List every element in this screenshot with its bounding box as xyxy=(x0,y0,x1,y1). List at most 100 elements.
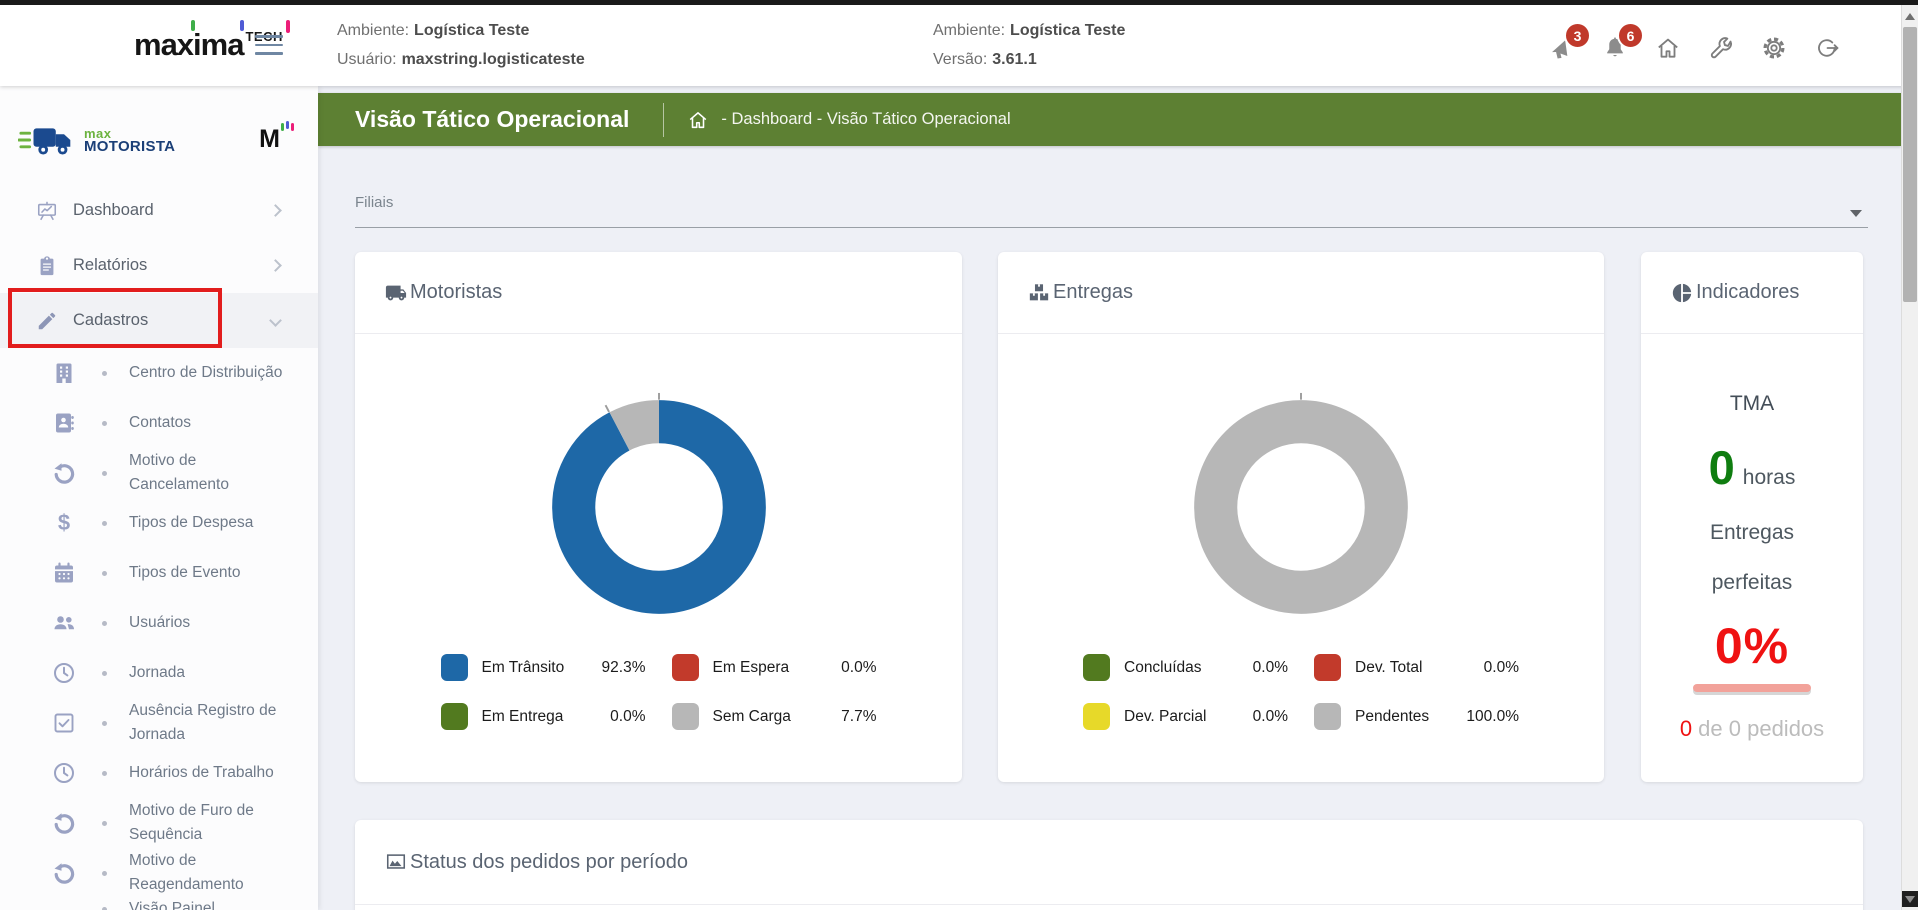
entregas-perfeitas-line1: Entregas xyxy=(1709,521,1795,544)
motoristas-legend: Em Trânsito 92.3% Em Espera 0.0% Em Entr… xyxy=(355,654,962,730)
bullet-dot xyxy=(102,870,107,876)
window-top-strip xyxy=(0,0,1918,5)
page-header: Visão Tático Operacional - Dashboard - V… xyxy=(318,93,1901,146)
bullet-dot xyxy=(102,470,107,476)
pedidos-count: 0 de 0 pedidos xyxy=(1680,716,1824,742)
sidebar-subitem-label: Tipos de Despesa xyxy=(129,514,254,531)
sidebar-subitem-usuarios[interactable]: Usuários xyxy=(0,598,318,648)
chevron-down-icon xyxy=(269,314,282,327)
sidebar-subitem-label: Motivo de Furo de Sequência xyxy=(129,802,254,843)
boxes-icon xyxy=(1028,282,1050,304)
clipboard-icon xyxy=(36,255,58,277)
legend-swatch xyxy=(1083,654,1110,681)
megaphone-icon[interactable]: 3 xyxy=(1549,22,1591,61)
bullet-dot xyxy=(102,670,107,676)
hidden-icon xyxy=(52,897,76,910)
sidebar-subitem-horarios-de-trabalho[interactable]: Horários de Trabalho xyxy=(0,748,318,798)
maxima-tech-logo: maximaTECH xyxy=(134,20,344,67)
hamburger-menu-icon[interactable] xyxy=(255,35,283,57)
truck-icon xyxy=(385,282,407,304)
bell-icon[interactable]: 6 xyxy=(1602,22,1644,61)
card-title: Indicadores xyxy=(1696,281,1800,303)
sidebar-subitem-label: Horários de Trabalho xyxy=(129,764,274,781)
bullet-dot xyxy=(102,720,107,726)
bullet-dot xyxy=(102,820,107,826)
sidebar-subitem-ausencia-registro-de-jornada[interactable]: Ausência Registro de Jornada xyxy=(0,698,318,748)
legend-swatch xyxy=(1314,654,1341,681)
usuario-label: Usuário: xyxy=(337,51,397,68)
megaphone-badge: 3 xyxy=(1564,22,1591,49)
entregas-perfeitas-line2: perfeitas xyxy=(1711,571,1793,594)
environment-version-info: Ambiente: Logística Teste Versão: 3.61.1 xyxy=(933,5,1125,86)
ambiente-label: Ambiente: xyxy=(337,22,410,39)
perfect-deliveries-progress-bar xyxy=(1693,684,1811,692)
ambiente-value: Logística Teste xyxy=(1010,22,1126,39)
legend-swatch xyxy=(1083,703,1110,730)
sidebar-subitem-label: Motivo de Cancelamento xyxy=(129,452,229,493)
pedidos-count-value: 0 xyxy=(1679,716,1693,741)
sidebar-subitem-label: Visão Painel xyxy=(129,900,215,910)
area-chart-icon xyxy=(385,851,407,873)
entregas-card: Entregas Concluídas 0.0% Dev. Total 0.0% xyxy=(998,252,1604,782)
sidebar-subitem-motivo-de-furo-de-sequencia[interactable]: Motivo de Furo de Sequência xyxy=(0,798,318,848)
bullet-dot xyxy=(102,420,107,426)
home-icon[interactable] xyxy=(687,109,709,131)
filiais-select[interactable]: Filiais xyxy=(355,194,1868,228)
sidebar-item-dashboard[interactable]: Dashboard xyxy=(0,183,318,238)
wrench-icon[interactable] xyxy=(1708,35,1734,61)
sidebar-subitem-label: Jornada xyxy=(129,664,186,681)
sidebar-item-relatorios[interactable]: Relatórios xyxy=(0,238,318,293)
home-icon[interactable] xyxy=(1655,35,1681,61)
sidebar-item-cadastros[interactable]: Cadastros xyxy=(0,293,318,348)
brand-motorista: MOTORISTA xyxy=(84,137,176,155)
legend-value: 92.3% xyxy=(601,658,646,676)
legend-label: Concluídas xyxy=(1124,658,1202,676)
legend-label: Dev. Parcial xyxy=(1124,707,1207,725)
legend-label: Pendentes xyxy=(1355,707,1430,725)
sidebar-subitem-motivo-de-cancelamento[interactable]: Motivo de Cancelamento xyxy=(0,448,318,498)
logo-blue-tick xyxy=(240,20,244,31)
sidebar-item-label: Dashboard xyxy=(73,201,154,219)
legend-label: Dev. Total xyxy=(1355,658,1423,676)
legend-value: 0.0% xyxy=(610,707,646,725)
pencil-icon xyxy=(36,310,58,332)
bullet-dot xyxy=(102,370,107,376)
legend-value: 100.0% xyxy=(1466,707,1519,725)
undo-icon xyxy=(52,811,76,835)
sidebar-subitem-centro-de-distribuicao[interactable]: Centro de Distribuição xyxy=(0,348,318,398)
logout-icon[interactable] xyxy=(1814,35,1840,61)
logo-pink-tick xyxy=(286,20,290,33)
legend-swatch xyxy=(1314,703,1341,730)
motoristas-card-header: Motoristas xyxy=(355,252,962,334)
gear-icon[interactable] xyxy=(1761,35,1787,61)
legend-value: 0.0% xyxy=(1252,707,1288,725)
sidebar-subitem-contatos[interactable]: Contatos xyxy=(0,398,318,448)
bullet-dot xyxy=(102,520,107,526)
scroll-down-arrow-icon[interactable] xyxy=(1902,891,1918,907)
pie-chart-icon xyxy=(1671,282,1693,304)
sidebar-subitem-tipos-de-evento[interactable]: Tipos de Evento xyxy=(0,548,318,598)
contact-book-icon xyxy=(52,411,76,435)
motoristas-card: Motoristas Em Trânsito 92.3% Em Espera 0… xyxy=(355,252,962,782)
legend-label: Sem Carga xyxy=(712,707,791,725)
motoristas-donut-chart xyxy=(551,392,766,614)
legend-item: Sem Carga 7.7% xyxy=(671,703,877,730)
legend-item: Em Trânsito 92.3% xyxy=(440,654,646,681)
vertical-scrollbar[interactable] xyxy=(1901,5,1918,910)
ambiente-label: Ambiente: xyxy=(933,22,1006,39)
card-title: Motoristas xyxy=(410,281,503,303)
legend-item: Em Entrega 0.0% xyxy=(440,703,646,730)
svg-text:$: $ xyxy=(58,511,70,535)
environment-user-info: Ambiente: Logística Teste Usuário: maxstri… xyxy=(337,5,585,86)
entregas-card-header: Entregas xyxy=(998,252,1604,334)
breadcrumb: - Dashboard - Visão Tático Operacional xyxy=(721,110,1011,128)
undo-icon xyxy=(52,461,76,485)
users-icon xyxy=(52,611,76,635)
legend-item: Em Espera 0.0% xyxy=(671,654,877,681)
sidebar-subitem-tipos-de-despesa[interactable]: $ Tipos de Despesa xyxy=(0,498,318,548)
scroll-up-arrow-icon[interactable] xyxy=(1905,13,1915,20)
scrollbar-thumb[interactable] xyxy=(1903,27,1917,302)
logo-green-tick xyxy=(191,20,195,31)
usuario-value: maxstring.logisticateste xyxy=(401,51,585,68)
sidebar-subitem-jornada[interactable]: Jornada xyxy=(0,648,318,698)
